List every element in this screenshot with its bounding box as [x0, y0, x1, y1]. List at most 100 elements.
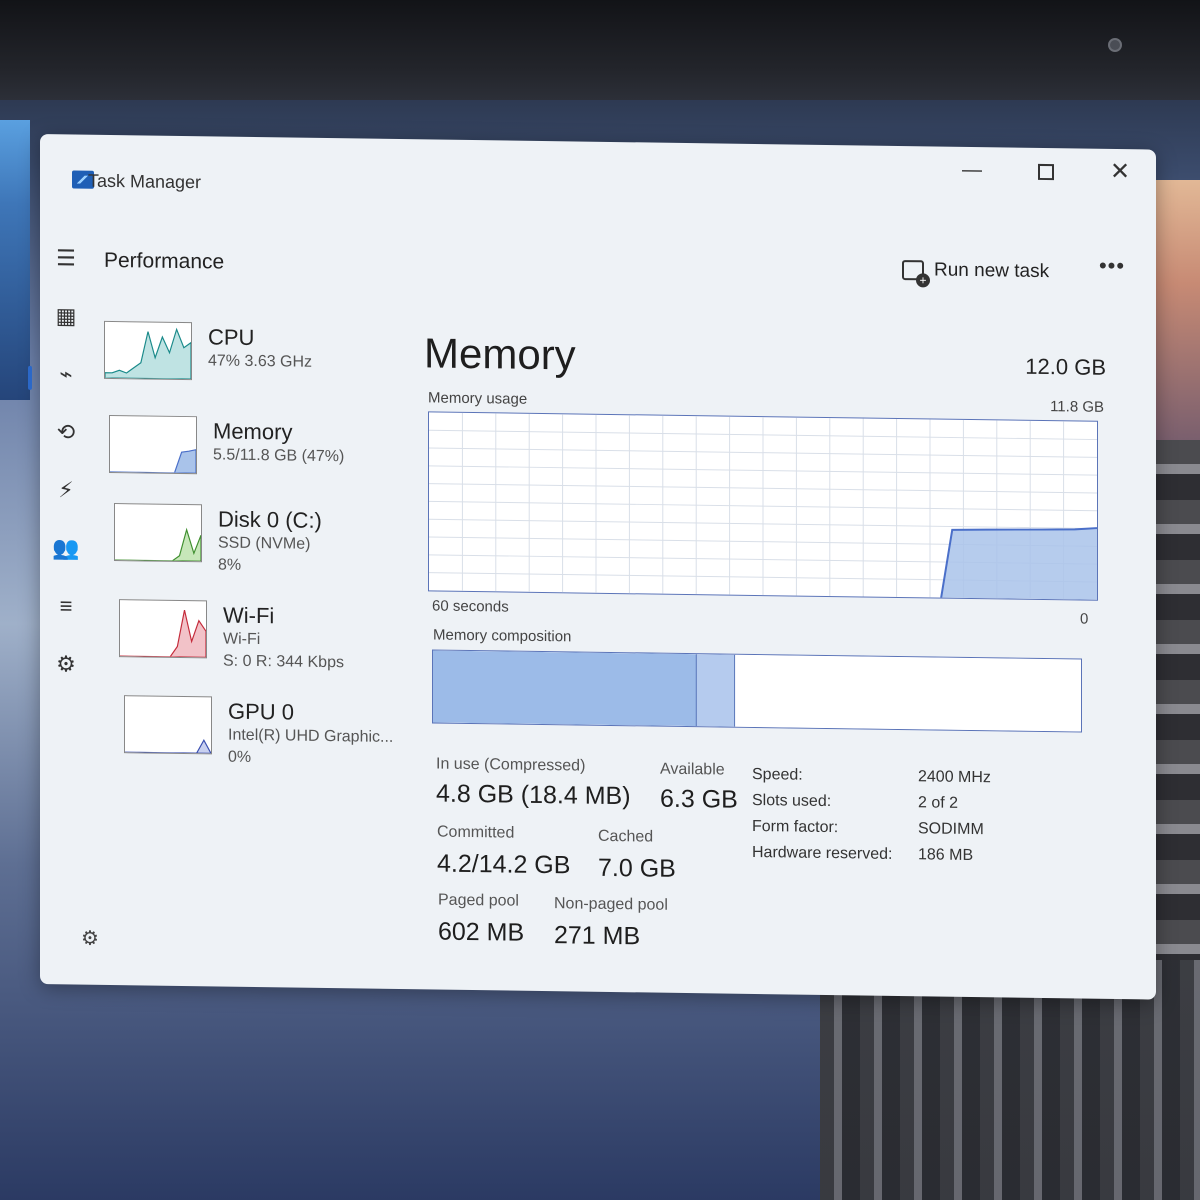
details-icon: ≡ [59, 593, 73, 619]
resource-title: Memory [424, 329, 576, 379]
sidebar-item-detail: S: 0 R: 344 Kbps [223, 652, 344, 672]
sparkline-area [115, 527, 201, 562]
sidebar-item-name: Wi-Fi [223, 602, 275, 629]
settings-gear-icon: ⚙ [81, 927, 99, 950]
slots-used-label: Slots used: [752, 791, 832, 811]
run-task-icon [902, 260, 924, 281]
sidebar-item-detail: Intel(R) UHD Graphic... [228, 726, 394, 746]
hardware-reserved-value: 186 MB [918, 846, 974, 865]
memory-composition-chart [432, 649, 1082, 733]
sidebar-item-name: GPU 0 [228, 698, 295, 725]
sparkline-svg [125, 739, 211, 754]
sparkline-area [105, 327, 191, 380]
run-new-task-button[interactable]: Run new task [902, 254, 1049, 288]
memory-usage-area [941, 528, 1097, 600]
time-axis-label: 60 seconds [432, 597, 509, 616]
nav-active-indicator [28, 365, 32, 390]
sidebar-item-detail: 8% [218, 556, 242, 574]
run-new-task-label: Run new task [934, 259, 1050, 283]
composition-segment-modified [696, 654, 736, 727]
available-value: 6.3 GB [660, 784, 738, 814]
composition-segment-in-use [433, 650, 697, 727]
title-bar[interactable]: Task Manager — ✕ [40, 134, 1156, 240]
app-title: Task Manager [88, 170, 202, 193]
sidebar-thumbnail [104, 320, 192, 381]
composition-label: Memory composition [433, 626, 572, 646]
sidebar-thumbnail [114, 503, 202, 563]
sparkline-svg [115, 527, 201, 562]
memory-usage-chart [428, 411, 1098, 601]
usage-chart-label: Memory usage [428, 389, 528, 408]
maximize-icon [1038, 163, 1054, 180]
sidebar-item-memory[interactable]: Memory 5.5/11.8 GB (47%) [109, 414, 409, 507]
services-icon: ⚙ [56, 651, 76, 677]
sidebar-thumbnail [109, 414, 197, 475]
sparkline-svg [105, 327, 191, 380]
performance-icon: ⌁ [59, 361, 73, 387]
memory-composition-svg [433, 650, 1081, 732]
startup-apps-icon: ⚡ [58, 477, 74, 503]
performance-nav-button[interactable]: ⌁ [44, 354, 88, 395]
sparkline-svg [120, 609, 206, 658]
cached-value: 7.0 GB [598, 853, 676, 883]
sidebar-item-gpu-0[interactable]: GPU 0 Intel(R) UHD Graphic... 0% [124, 695, 424, 787]
services-nav-button[interactable]: ⚙ [44, 644, 88, 685]
desktop-icons-strip [0, 120, 30, 400]
sparkline-area [125, 739, 211, 754]
form-factor-label: Form factor: [752, 817, 839, 837]
maximize-button[interactable] [1026, 156, 1066, 187]
committed-label: Committed [437, 823, 515, 842]
sidebar-item-wi-fi[interactable]: Wi-Fi Wi-Fi S: 0 R: 344 Kbps [119, 599, 419, 691]
sidebar-thumbnail [124, 695, 212, 755]
sidebar-item-disk-0-c[interactable]: Disk 0 (C:) SSD (NVMe) 8% [114, 503, 414, 595]
sparkline-svg [110, 449, 196, 474]
zero-axis-label: 0 [1080, 610, 1089, 628]
composition-segment-free [735, 654, 1081, 732]
settings-button[interactable]: ⚙ [76, 925, 104, 953]
usage-chart-max: 11.8 GB [1050, 398, 1104, 416]
processes-icon: ▦ [55, 303, 77, 329]
details-nav-button[interactable]: ≡ [44, 586, 88, 627]
app-history-nav-button[interactable]: ⟲ [44, 412, 88, 453]
users-icon: 👥 [52, 535, 80, 561]
total-memory: 12.0 GB [1025, 353, 1106, 380]
task-manager-window: Task Manager — ✕ ☰ ▦ ⌁ ⟲ ⚡ 👥 ≡ ⚙ Performance Ru… [28, 134, 1156, 1000]
slots-used-value: 2 of 2 [918, 794, 959, 812]
nonpaged-pool-label: Non-paged pool [554, 895, 668, 914]
hardware-reserved-label: Hardware reserved: [752, 843, 893, 863]
sidebar-item-detail: 5.5/11.8 GB (47%) [213, 446, 345, 466]
app-history-icon: ⟲ [56, 419, 76, 445]
minimize-button[interactable]: — [952, 155, 992, 186]
paged-pool-value: 602 MB [438, 917, 525, 947]
laptop-bezel [0, 0, 1200, 100]
available-label: Available [660, 760, 725, 779]
sidebar-item-cpu[interactable]: CPU 47% 3.63 GHz [104, 320, 404, 413]
speed-value: 2400 MHz [918, 768, 991, 787]
sidebar-item-detail: SSD (NVMe) [218, 534, 311, 553]
sparkline-area [110, 449, 196, 474]
cached-label: Cached [598, 827, 654, 846]
committed-value: 4.2/14.2 GB [437, 849, 571, 880]
sidebar-item-name: Disk 0 (C:) [218, 506, 322, 533]
webcam [1108, 38, 1122, 52]
sidebar-item-detail: 47% 3.63 GHz [208, 352, 313, 371]
paged-pool-label: Paged pool [438, 891, 519, 910]
sidebar-item-detail: 0% [228, 748, 252, 766]
more-options-button[interactable]: ••• [1092, 253, 1132, 286]
nav-rail: ☰ ▦ ⌁ ⟲ ⚡ 👥 ≡ ⚙ [28, 224, 100, 985]
in-use-label: In use (Compressed) [436, 755, 586, 775]
startup-apps-nav-button[interactable]: ⚡ [44, 470, 88, 511]
sidebar-thumbnail [119, 599, 207, 659]
processes-nav-button[interactable]: ▦ [44, 296, 88, 337]
users-nav-button[interactable]: 👥 [44, 528, 88, 569]
hamburger-menu-nav-button[interactable]: ☰ [44, 238, 88, 279]
nonpaged-pool-value: 271 MB [554, 921, 641, 951]
sidebar-item-detail: Wi-Fi [223, 630, 261, 649]
sparkline-area [120, 609, 206, 658]
sidebar-item-name: Memory [213, 418, 293, 445]
close-button[interactable]: ✕ [1100, 157, 1140, 188]
page-title: Performance [104, 248, 225, 274]
memory-usage-svg [429, 412, 1097, 600]
sidebar-item-name: CPU [208, 324, 255, 350]
hamburger-menu-icon: ☰ [56, 245, 76, 271]
